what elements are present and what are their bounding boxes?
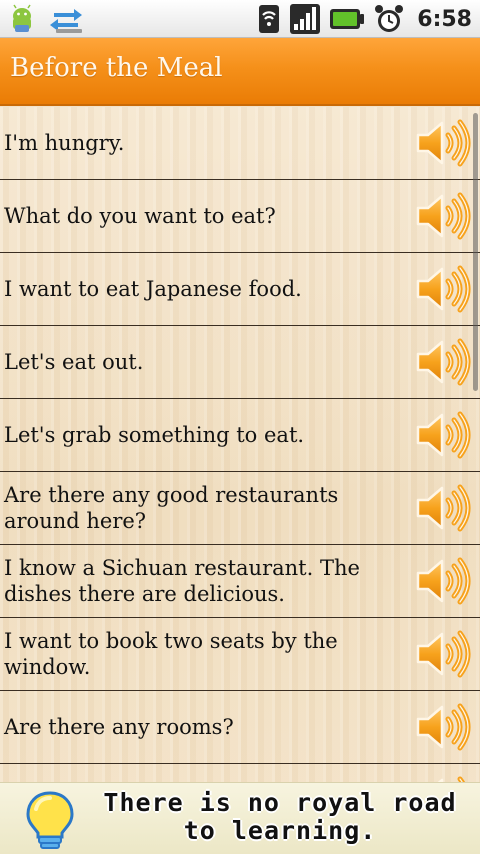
phrase-text: Are there any good restaurants around he… [4,483,339,533]
phrase-list[interactable]: I'm hungry. What do you want to eat? I w… [0,107,480,782]
scrollbar[interactable] [473,113,478,391]
speaker-icon[interactable] [414,480,472,536]
list-item[interactable]: What do you want to eat? [0,180,480,253]
speaker-icon[interactable] [414,699,472,755]
list-item[interactable]: I know a Sichuan restaurant. The dishes … [0,545,480,618]
list-item[interactable]: I want to eat Japanese food. [0,253,480,326]
status-bar: 6:58 [0,0,480,38]
list-item[interactable]: Are there any rooms? [0,691,480,764]
usb-sync-icon [50,9,82,33]
speaker-icon[interactable] [414,407,472,463]
phrase-text: Let's grab something to eat. [4,423,305,447]
list-item[interactable]: Are there any good restaurants around he… [0,472,480,545]
phrase-text: I know a Sichuan restaurant. The dishes … [4,556,360,606]
signal-icon [290,4,321,34]
phrase-text: I want to book two seats by the window. [4,629,338,679]
phrase-text: Are there any rooms? [4,715,234,739]
speaker-icon[interactable] [414,626,472,682]
speaker-icon[interactable] [414,334,472,390]
list-item[interactable]: I want to book two seats by the window. [0,618,480,691]
speaker-icon[interactable] [414,553,472,609]
speaker-icon[interactable] [414,772,472,782]
alarm-icon [375,5,404,32]
battery-icon [330,9,365,29]
motto-text: There is no royal road to learning. [100,789,460,845]
page-title: Before the Meal [10,53,223,83]
speaker-icon[interactable] [414,188,472,244]
phrase-text: Let's eat out. [4,350,144,374]
phrase-text: What do you want to eat? [4,204,276,228]
phrase-text: I want to eat Japanese food. [4,277,302,301]
status-right-icons: 6:58 [257,2,472,36]
list-item[interactable]: Let's eat out. [0,326,480,399]
motto-line-1: There is no royal road [103,788,457,817]
speaker-icon[interactable] [414,115,472,171]
motto-line-2: to learning. [183,816,377,845]
list-item[interactable]: I'm hungry. [0,107,480,180]
android-notification-icon [13,4,31,32]
list-item[interactable]: Let's grab something to eat. [0,399,480,472]
motto-banner: There is no royal road to learning. [0,782,480,854]
wifi-icon [259,5,280,33]
status-time: 6:58 [417,6,472,32]
phrase-text [4,764,404,782]
lightbulb-icon [26,791,74,849]
list-item[interactable] [0,764,480,782]
speaker-icon[interactable] [414,261,472,317]
phrase-text: I'm hungry. [4,131,125,155]
title-bar: Before the Meal [0,38,480,106]
status-left-icons [6,2,86,36]
